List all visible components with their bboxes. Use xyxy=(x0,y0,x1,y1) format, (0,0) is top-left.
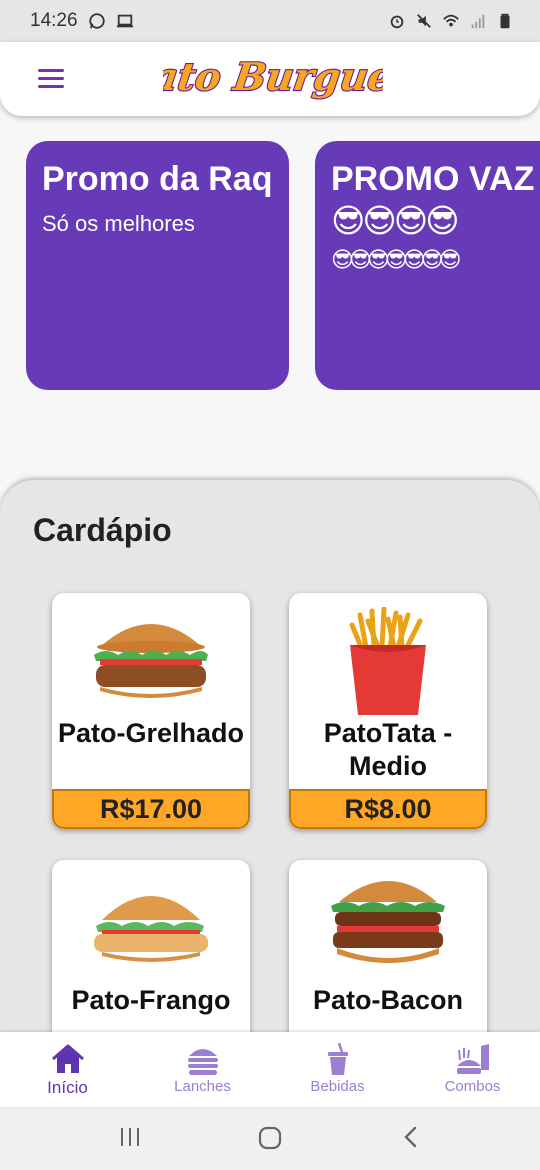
home-icon xyxy=(51,1044,84,1073)
app-header: Pato Burguer xyxy=(0,42,540,116)
promo-card[interactable]: Promo da Raq Só os melhores xyxy=(26,141,289,390)
mute-icon xyxy=(417,14,431,28)
grilled-burger-image xyxy=(52,611,250,711)
nav-label: Início xyxy=(47,1078,88,1097)
product-name: Pato-Frango xyxy=(71,985,231,1015)
promo-subtitle: Só os melhores xyxy=(42,211,195,236)
combo-icon xyxy=(456,1044,489,1074)
promo-title: PROMO VAZ xyxy=(331,160,535,198)
home-button-icon[interactable] xyxy=(257,1125,283,1151)
product-name: Pato-Bacon xyxy=(312,985,464,1015)
drink-icon xyxy=(327,1042,348,1075)
logo-text: Pato Burguer xyxy=(163,55,383,100)
cast-icon xyxy=(116,14,133,28)
nav-item-bebidas[interactable]: Bebidas xyxy=(270,1032,405,1107)
product-name: Pato-Grelhado xyxy=(57,718,245,748)
menu-title: Cardápio xyxy=(33,512,172,548)
battery-icon xyxy=(500,13,510,29)
nav-item-inicio[interactable]: Início xyxy=(0,1032,135,1107)
promo-subtitle-emoji-row: 😎😎😎😎😎😎😎 xyxy=(331,247,462,272)
nav-label: Bebidas xyxy=(310,1078,365,1095)
fries-image xyxy=(289,607,487,715)
pato-burguer-logo: Pato Burguer xyxy=(163,54,383,101)
back-icon[interactable] xyxy=(400,1125,424,1149)
whatsapp-icon xyxy=(88,13,105,29)
product-card[interactable]: Pato-Bacon xyxy=(289,860,487,1060)
wifi-icon xyxy=(443,14,459,27)
status-bar: 14:26 xyxy=(0,0,540,42)
bottom-navigation: Início Lanches Bebidas Combos xyxy=(0,1032,540,1107)
nav-label: Lanches xyxy=(174,1078,231,1095)
recent-apps-icon[interactable] xyxy=(118,1125,142,1149)
product-card[interactable]: PatoTata - Medio R$8.00 xyxy=(289,593,487,829)
promo-title: Promo da Raq xyxy=(42,160,273,198)
promo-card[interactable]: PROMO VAZ 😎😎😎😎 😎😎😎😎😎😎😎 xyxy=(315,141,540,390)
nav-item-combos[interactable]: Combos xyxy=(405,1032,540,1107)
promo-carousel[interactable]: Promo da Raq Só os melhores PROMO VAZ 😎😎… xyxy=(26,141,540,391)
system-navigation-bar xyxy=(0,1107,540,1170)
signal-icon xyxy=(471,14,485,29)
burger-icon xyxy=(187,1049,218,1075)
nav-label: Combos xyxy=(444,1078,501,1095)
product-card[interactable]: Pato-Frango xyxy=(52,860,250,1060)
product-price: R$8.00 xyxy=(289,789,487,829)
bacon-burger-image xyxy=(289,878,487,978)
menu-panel: Cardápio Pato-Grelhado R$17.00 PatoTata … xyxy=(0,480,540,1060)
product-price: R$17.00 xyxy=(52,789,250,829)
hamburger-menu-button[interactable] xyxy=(38,69,64,89)
product-card[interactable]: Pato-Grelhado R$17.00 xyxy=(52,593,250,829)
product-name: PatoTata - Medio xyxy=(323,718,453,781)
alarm-icon xyxy=(390,15,404,29)
promo-subtitle: 😎😎😎😎 xyxy=(331,202,460,239)
chicken-burger-image xyxy=(52,878,250,978)
status-time: 14:26 xyxy=(30,10,78,31)
nav-item-lanches[interactable]: Lanches xyxy=(135,1032,270,1107)
